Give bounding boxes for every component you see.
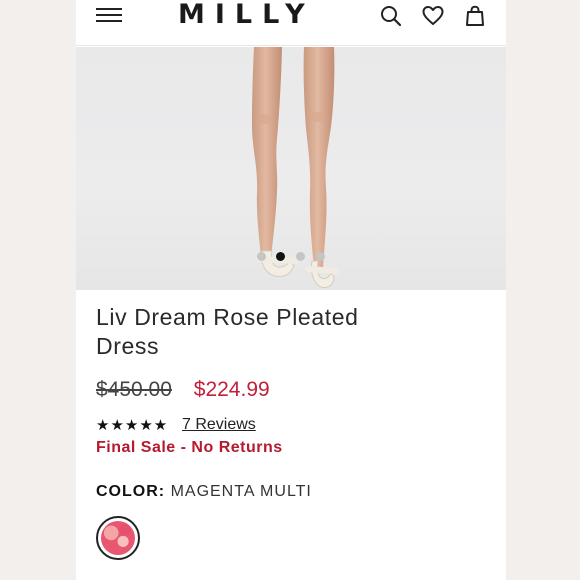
- swatch-pattern: [101, 521, 135, 555]
- color-swatch-magenta-multi[interactable]: [96, 516, 140, 560]
- carousel-dot-active[interactable]: [276, 252, 285, 261]
- color-label: COLOR:: [96, 483, 166, 500]
- menu-icon[interactable]: [96, 6, 122, 24]
- bag-icon[interactable]: [463, 4, 487, 28]
- product-title: Liv Dream Rose Pleated Dress: [96, 304, 359, 359]
- sale-price: $224.99: [193, 378, 270, 401]
- price-row: $450.00 $224.99: [96, 378, 270, 402]
- color-value: MAGENTA MULTI: [170, 483, 312, 500]
- carousel-dot[interactable]: [296, 252, 305, 261]
- product-page: MILLY Liv Dream Rose Pleated Dress $450.…: [76, 0, 506, 580]
- rating-stars-icon: ★★★★★: [96, 417, 169, 434]
- product-photo: [252, 47, 339, 288]
- carousel-dot[interactable]: [257, 252, 266, 261]
- color-row: COLOR: MAGENTA MULTI: [96, 483, 312, 501]
- brand-logo[interactable]: MILLY: [178, 0, 315, 30]
- final-sale-notice: Final Sale - No Returns: [96, 439, 283, 456]
- reviews-link[interactable]: 7 Reviews: [182, 416, 256, 434]
- heart-icon[interactable]: [421, 4, 445, 28]
- carousel-dot[interactable]: [316, 252, 325, 261]
- original-price: $450.00: [96, 378, 172, 401]
- search-icon[interactable]: [379, 4, 403, 28]
- product-image-carousel[interactable]: [76, 47, 506, 290]
- site-header: MILLY: [76, 0, 506, 46]
